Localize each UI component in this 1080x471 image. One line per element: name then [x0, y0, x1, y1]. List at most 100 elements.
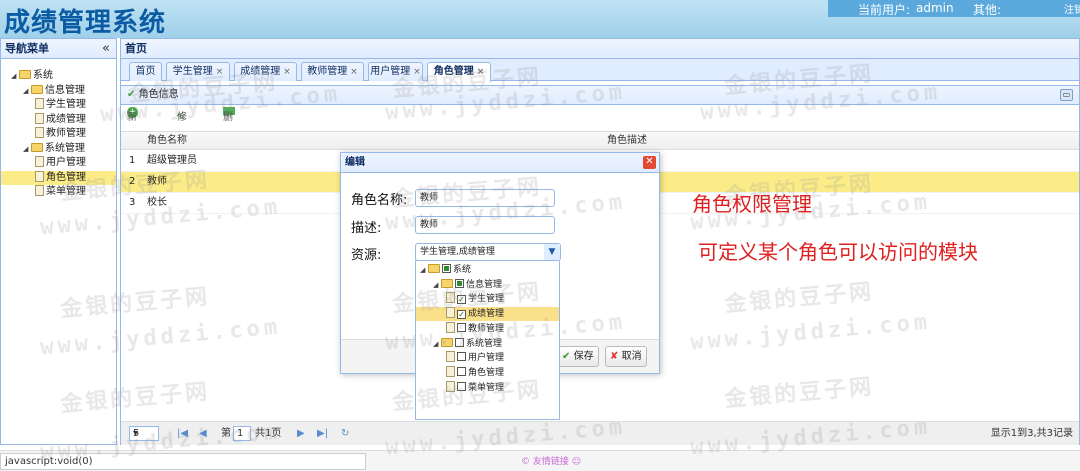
sidebar-title: 导航菜单: [5, 42, 49, 55]
nav-tree-item[interactable]: 成绩管理: [1, 112, 116, 127]
checkbox[interactable]: [455, 337, 464, 347]
prev-page-icon[interactable]: ◀: [199, 422, 207, 445]
resource-tree-item[interactable]: 教师管理: [416, 321, 559, 336]
resource-tree-label: 信息管理: [466, 279, 503, 290]
collapse-icon[interactable]: «: [102, 39, 110, 58]
other-label: 其他:: [973, 3, 1002, 17]
page-number-input[interactable]: 1: [233, 426, 251, 441]
nav-tree-label: 成绩管理: [46, 113, 86, 125]
nav-tree-label: 用户管理: [46, 157, 86, 168]
tab-4[interactable]: 教师管理 ×: [301, 62, 364, 81]
status-bar: javascript:void(0) © 友情链接 ☺: [0, 450, 1080, 471]
tab-6[interactable]: 角色管理 ×: [427, 62, 491, 82]
nav-tree-label: 系统: [33, 70, 53, 81]
resource-label: 资源:: [351, 248, 382, 263]
expand-icon[interactable]: ◢: [23, 142, 31, 156]
desc-input[interactable]: 教师: [415, 216, 555, 234]
role-panel-header: ✔ 角色信息 ▭: [121, 85, 1079, 105]
close-icon[interactable]: ✕: [643, 156, 656, 169]
folder-icon: [31, 84, 43, 94]
tab-1[interactable]: 首页: [129, 62, 162, 81]
tab-close-icon[interactable]: ×: [350, 67, 358, 77]
resource-tree-label: 教师管理: [468, 323, 505, 334]
last-page-icon[interactable]: ▶|: [317, 422, 328, 445]
file-icon: [35, 170, 44, 182]
folder-icon: [19, 70, 31, 79]
annotation-title: 角色权限管理: [692, 192, 812, 216]
page-total: 共1页: [255, 428, 282, 439]
column-header-role-desc[interactable]: 角色描述: [607, 132, 647, 150]
nav-tree-item[interactable]: 学生管理: [1, 98, 116, 112]
resource-tree-label: 学生管理: [468, 294, 505, 305]
save-button[interactable]: ✔ 保存: [557, 346, 599, 367]
expand-icon[interactable]: ◢: [23, 84, 31, 98]
tab-close-icon[interactable]: ×: [413, 67, 421, 77]
expand-icon[interactable]: ◢: [420, 263, 428, 277]
cancel-icon: ✘: [610, 351, 619, 362]
resource-combotree[interactable]: 学生管理,成绩管理 ▼: [415, 243, 561, 261]
tab-close-icon[interactable]: ×: [216, 67, 224, 77]
checkbox[interactable]: [457, 352, 466, 362]
resource-tree-item[interactable]: ◢ 信息管理: [416, 278, 559, 292]
file-icon: [446, 307, 455, 319]
resource-tree-item[interactable]: ◢ 系统: [416, 263, 559, 277]
next-page-icon[interactable]: ▶: [297, 422, 305, 445]
tab-close-icon[interactable]: ×: [283, 67, 291, 77]
tab-close-icon[interactable]: ×: [477, 67, 485, 77]
chevron-down-icon[interactable]: ▼: [544, 244, 560, 260]
resource-tree-item[interactable]: 菜单管理: [416, 380, 559, 395]
first-page-icon[interactable]: |◀: [177, 422, 188, 445]
checkbox[interactable]: [457, 322, 466, 332]
tab-label: 教师管理: [307, 66, 348, 77]
tab-5[interactable]: 用户管理 ×: [368, 62, 423, 81]
page-size-select[interactable]: 5 ▾: [129, 426, 159, 441]
tab-label: 首页: [135, 66, 156, 77]
checkbox[interactable]: [457, 366, 466, 376]
cancel-button[interactable]: ✘ 取消: [605, 346, 647, 367]
nav-tree-label: 信息管理: [45, 84, 85, 96]
resource-tree-label: 角色管理: [468, 367, 505, 378]
nav-tree-item[interactable]: 菜单管理: [1, 185, 116, 199]
file-icon: [35, 98, 44, 109]
expand-icon[interactable]: ◢: [11, 69, 19, 83]
resource-tree-item[interactable]: ✓ 成绩管理: [416, 307, 559, 322]
resource-tree-item[interactable]: 角色管理: [416, 365, 559, 380]
current-user-label: 当前用户:: [858, 3, 911, 17]
checkbox[interactable]: [455, 278, 464, 288]
refresh-icon[interactable]: ↻: [341, 422, 349, 445]
tab-label: 学生管理: [172, 66, 213, 77]
expand-icon[interactable]: ◢: [433, 278, 441, 292]
checkbox[interactable]: [457, 381, 466, 391]
nav-tree-item[interactable]: 教师管理: [1, 127, 116, 141]
checkbox[interactable]: ✓: [457, 310, 466, 320]
check-icon: ✔: [127, 89, 136, 100]
nav-tree-item[interactable]: ◢ 信息管理: [1, 84, 116, 98]
nav-tree-item[interactable]: 用户管理: [1, 156, 116, 170]
nav-tree-label: 学生管理: [46, 99, 86, 110]
resource-tree-item[interactable]: ◢ 系统管理: [416, 337, 559, 351]
nav-tree-item[interactable]: ◢ 系统管理: [1, 142, 116, 156]
logout-link[interactable]: 注销: [1064, 1, 1080, 16]
app-header: 成绩管理系统 当前用户: admin 其他: 注销: [0, 0, 1080, 38]
nav-tree-item[interactable]: 角色管理: [1, 170, 116, 185]
main-header: 首页: [121, 39, 1079, 59]
expand-icon[interactable]: ◢: [433, 337, 441, 351]
tab-2[interactable]: 学生管理 ×: [166, 62, 230, 81]
check-icon: ✔: [562, 351, 571, 362]
column-header-role-name[interactable]: 角色名称: [147, 132, 187, 150]
checkbox[interactable]: ✓: [457, 295, 466, 305]
tab-3[interactable]: 成绩管理 ×: [234, 62, 297, 81]
resource-tree-label: 系统: [453, 265, 472, 275]
dialog-header: 编辑 ✕: [341, 153, 659, 173]
maximize-icon[interactable]: ▭: [1060, 89, 1073, 101]
current-user-name: admin: [916, 1, 954, 15]
role-name-input[interactable]: 教师: [415, 189, 555, 207]
resource-tree-item[interactable]: ✓ 学生管理: [416, 292, 559, 306]
nav-tree-item[interactable]: ◢ 系统: [1, 69, 116, 83]
file-icon: [446, 365, 455, 377]
role-name-cell: 教师: [147, 176, 167, 187]
resource-tree-item[interactable]: 用户管理: [416, 351, 559, 365]
sidebar: 导航菜单 « ◢ 系统 ◢ 信息管理 学生管理 成绩管理 教师管理 ◢ 系统管理 用户管理 角色管理…: [0, 38, 117, 445]
checkbox[interactable]: [442, 264, 451, 273]
friend-link[interactable]: © 友情链接 ☺: [521, 454, 581, 467]
